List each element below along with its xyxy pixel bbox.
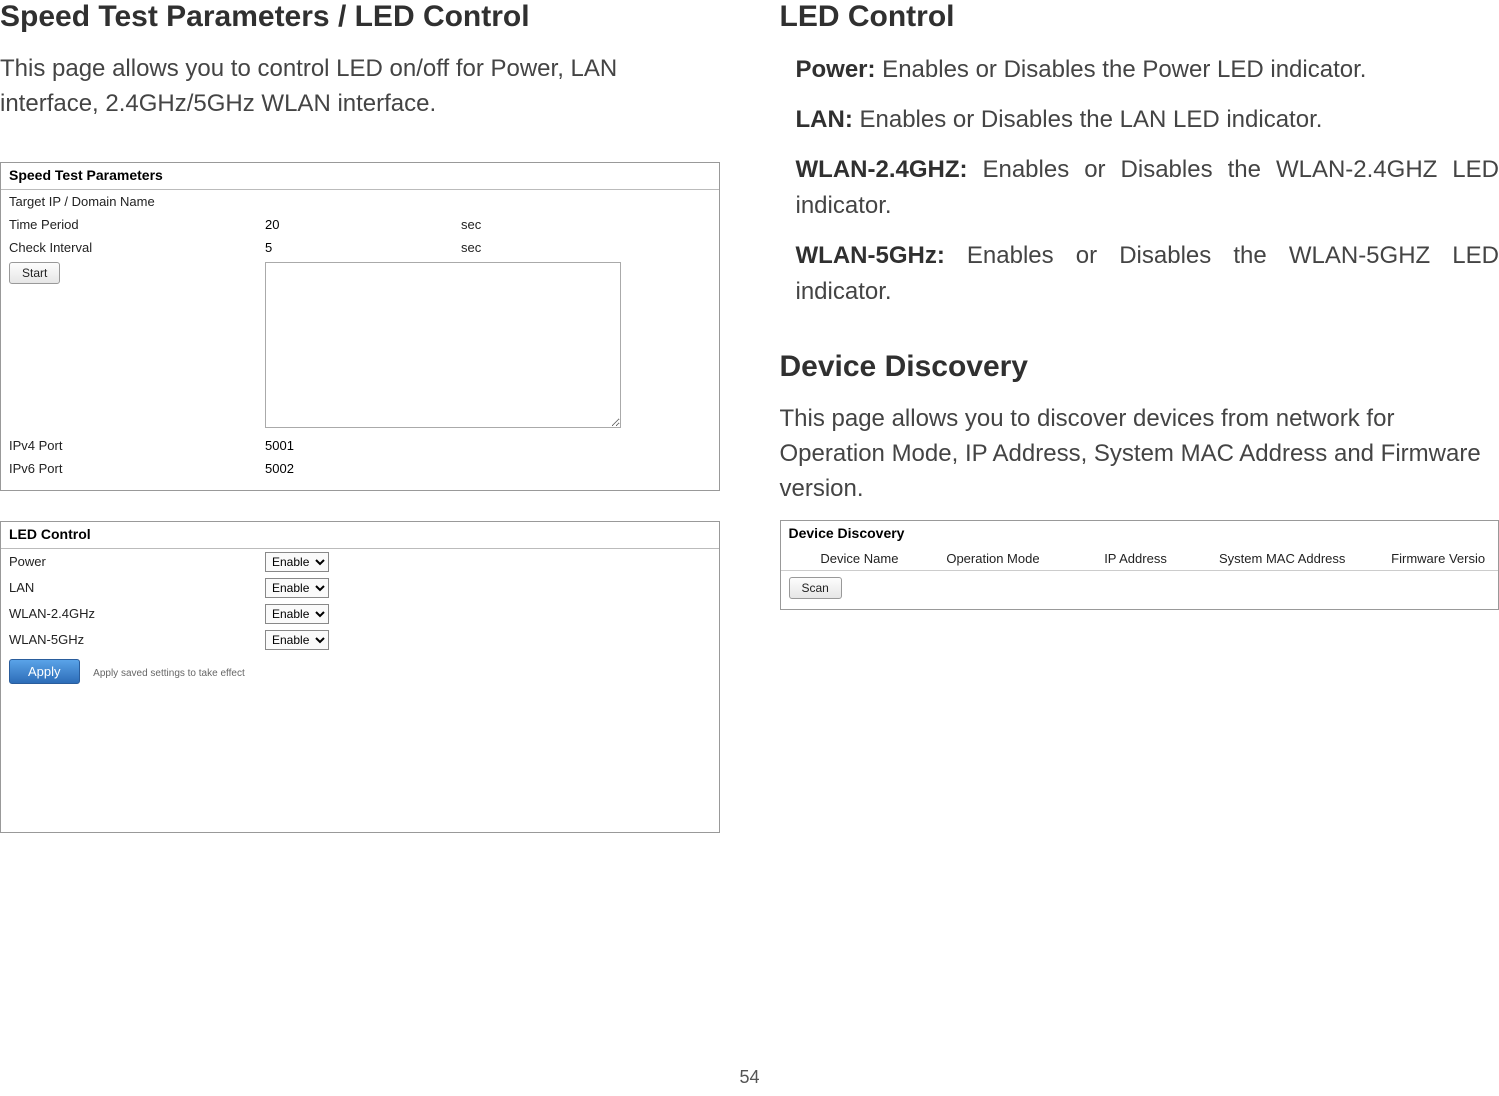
led-wlan24-label: WLAN-2.4GHz bbox=[1, 601, 257, 627]
led-wlan24-desc: WLAN-2.4GHZ: Enables or Disables the WLA… bbox=[780, 152, 1499, 224]
scan-button[interactable]: Scan bbox=[789, 577, 842, 599]
led-power-label: Power bbox=[1, 549, 257, 575]
led-lan-desc: LAN: Enables or Disables the LAN LED ind… bbox=[780, 102, 1499, 138]
col-device-name: Device Name bbox=[781, 547, 939, 571]
check-interval-input[interactable] bbox=[265, 239, 405, 256]
device-discovery-title: Device Discovery bbox=[781, 521, 1499, 547]
page-number: 54 bbox=[0, 1067, 1499, 1088]
ipv6-port-input[interactable] bbox=[265, 460, 405, 477]
col-mac-address: System MAC Address bbox=[1211, 547, 1383, 571]
led-power-desc: Power: Enables or Disables the Power LED… bbox=[780, 52, 1499, 88]
start-button[interactable]: Start bbox=[9, 262, 60, 284]
ipv4-port-input[interactable] bbox=[265, 437, 405, 454]
led-control-panel: LED Control Power Enable LAN Enable WLAN… bbox=[0, 521, 720, 833]
led-lan-label: LAN bbox=[1, 575, 257, 601]
check-interval-unit: sec bbox=[453, 236, 719, 259]
speed-test-output[interactable] bbox=[265, 262, 621, 428]
intro-speed-led: This page allows you to control LED on/o… bbox=[0, 52, 720, 122]
apply-hint: Apply saved settings to take effect bbox=[93, 668, 245, 679]
col-operation-mode: Operation Mode bbox=[938, 547, 1096, 571]
col-firmware-version: Firmware Versio bbox=[1383, 547, 1498, 571]
check-interval-label: Check Interval bbox=[1, 236, 257, 259]
led-lan-select[interactable]: Enable bbox=[265, 578, 329, 598]
led-wlan5-select[interactable]: Enable bbox=[265, 630, 329, 650]
col-ip-address: IP Address bbox=[1096, 547, 1211, 571]
led-wlan24-select[interactable]: Enable bbox=[265, 604, 329, 624]
target-ip-input[interactable] bbox=[265, 193, 405, 210]
target-ip-label: Target IP / Domain Name bbox=[1, 190, 257, 213]
table-row: Device Name Operation Mode IP Address Sy… bbox=[781, 547, 1499, 571]
ipv6-port-label: IPv6 Port bbox=[1, 457, 257, 480]
heading-led-control: LED Control bbox=[780, 0, 1499, 34]
time-period-input[interactable] bbox=[265, 216, 405, 233]
apply-button[interactable]: Apply bbox=[9, 659, 80, 684]
led-wlan5-desc: WLAN-5GHz: Enables or Disables the WLAN-… bbox=[780, 238, 1499, 310]
led-wlan5-label: WLAN-5GHz bbox=[1, 627, 257, 653]
time-period-unit: sec bbox=[453, 213, 719, 236]
intro-device-discovery: This page allows you to discover devices… bbox=[780, 402, 1499, 506]
speed-test-panel: Speed Test Parameters Target IP / Domain… bbox=[0, 162, 720, 491]
speed-test-title: Speed Test Parameters bbox=[1, 163, 719, 190]
time-period-label: Time Period bbox=[1, 213, 257, 236]
device-discovery-panel: Device Discovery Device Name Operation M… bbox=[780, 520, 1499, 610]
heading-speed-led: Speed Test Parameters / LED Control bbox=[0, 0, 720, 34]
led-power-select[interactable]: Enable bbox=[265, 552, 329, 572]
led-control-title: LED Control bbox=[1, 522, 719, 549]
ipv4-port-label: IPv4 Port bbox=[1, 434, 257, 457]
heading-device-discovery: Device Discovery bbox=[780, 350, 1499, 384]
